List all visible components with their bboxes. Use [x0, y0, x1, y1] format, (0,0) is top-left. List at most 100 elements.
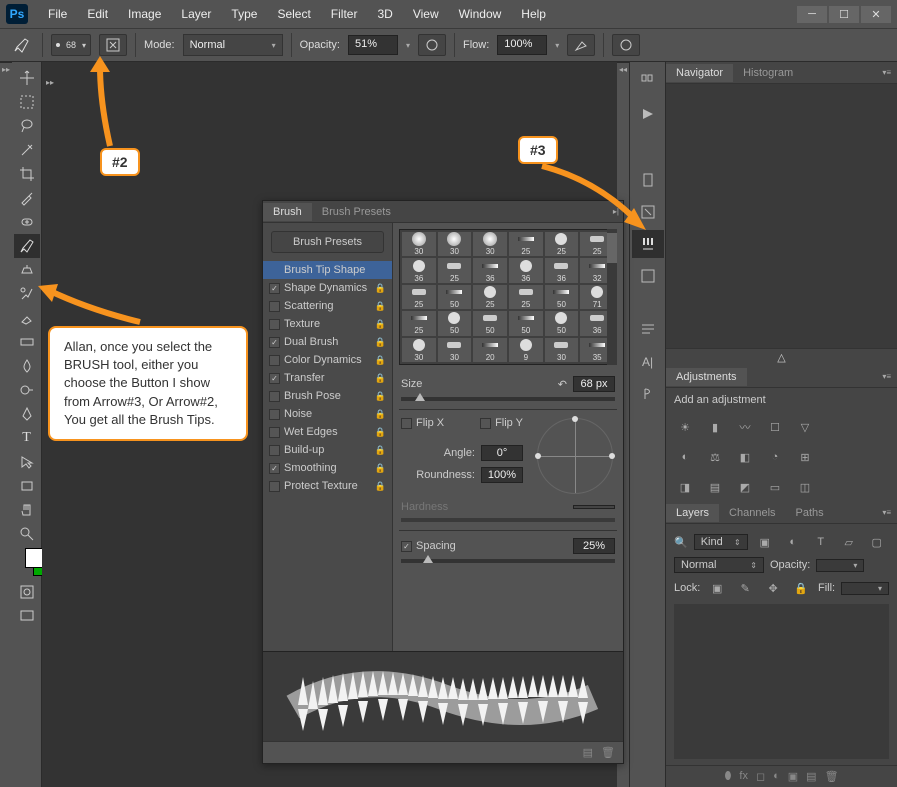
panel-menu-icon[interactable]: ▾≡ [882, 372, 897, 381]
brush-option-noise[interactable]: Noise🔒 [263, 405, 392, 423]
brush-tip-cell[interactable]: 50 [545, 311, 579, 335]
gradient-tool[interactable] [14, 330, 40, 354]
panel-brushes-icon[interactable] [632, 230, 664, 258]
vibrance-icon[interactable]: ▽ [794, 418, 816, 436]
clone-stamp-tool[interactable] [14, 258, 40, 282]
hand-tool[interactable] [14, 498, 40, 522]
menu-select[interactable]: Select [267, 7, 320, 21]
layer-mask-icon[interactable]: ◻ [756, 770, 765, 783]
minimize-button[interactable]: ─ [797, 6, 827, 23]
brush-option-wet-edges[interactable]: Wet Edges🔒 [263, 423, 392, 441]
quick-mask-toggle[interactable] [14, 580, 40, 604]
angle-field[interactable]: 0° [481, 445, 523, 461]
menu-edit[interactable]: Edit [77, 7, 118, 21]
menu-filter[interactable]: Filter [321, 7, 368, 21]
channels-tab[interactable]: Channels [719, 504, 785, 522]
layers-tab[interactable]: Layers [666, 504, 719, 522]
menu-file[interactable]: File [38, 7, 77, 21]
path-selection-tool[interactable] [14, 450, 40, 474]
link-layers-icon[interactable]: ⬮ [724, 770, 731, 783]
levels-icon[interactable]: ▮ [704, 418, 726, 436]
left-gutter[interactable]: ▸▸ [0, 62, 12, 787]
brush-option-color-dynamics[interactable]: Color Dynamics🔒 [263, 351, 392, 369]
brush-tip-cell[interactable]: 25 [402, 285, 436, 309]
brush-tip-cell[interactable]: 20 [473, 338, 507, 362]
brush-option-scattering[interactable]: Scattering🔒 [263, 297, 392, 315]
marquee-tool[interactable] [14, 90, 40, 114]
adjustment-layer-icon[interactable]: ◐ [773, 770, 780, 783]
brush-tip-cell[interactable]: 36 [545, 258, 579, 282]
brush-tip-cell[interactable]: 25 [545, 232, 579, 256]
channel-mixer-icon[interactable]: ⊞ [794, 448, 816, 466]
brush-tip-cell[interactable]: 9 [509, 338, 543, 362]
menu-image[interactable]: Image [118, 7, 171, 21]
healing-brush-tool[interactable] [14, 210, 40, 234]
move-tool[interactable] [14, 66, 40, 90]
crop-tool[interactable] [14, 162, 40, 186]
dodge-tool[interactable] [14, 378, 40, 402]
layers-list[interactable] [674, 604, 889, 759]
menu-type[interactable]: Type [221, 7, 267, 21]
panel-brush-presets-icon[interactable] [632, 262, 664, 290]
brush-tool[interactable] [14, 234, 40, 258]
resize-handle-icon[interactable]: △ [777, 351, 785, 364]
posterize-icon[interactable]: ▤ [704, 478, 726, 496]
type-tool[interactable]: T [14, 426, 40, 450]
navigator-tab[interactable]: Navigator [666, 64, 733, 82]
lock-position-icon[interactable]: ✥ [762, 579, 784, 597]
panel-properties-icon[interactable] [632, 166, 664, 194]
filter-smart-icon[interactable]: ▢ [866, 533, 888, 551]
menu-window[interactable]: Window [449, 7, 512, 21]
menu-view[interactable]: View [403, 7, 449, 21]
close-button[interactable]: ✕ [861, 6, 891, 23]
brush-option-texture[interactable]: Texture🔒 [263, 315, 392, 333]
brush-tip-cell[interactable]: 30 [438, 338, 472, 362]
brush-tip-cell[interactable]: 50 [509, 311, 543, 335]
brush-grid-scrollbar[interactable] [607, 229, 617, 365]
eraser-tool[interactable] [14, 306, 40, 330]
brush-presets-tab[interactable]: Brush Presets [312, 203, 401, 221]
brightness-icon[interactable]: ☀ [674, 418, 696, 436]
brush-option-protect-texture[interactable]: Protect Texture🔒 [263, 477, 392, 495]
delete-layer-icon[interactable]: 🗑 [825, 770, 839, 783]
panel-paragraph-icon[interactable] [632, 316, 664, 344]
selective-color-icon[interactable]: ◫ [794, 478, 816, 496]
brush-tip-shape-option[interactable]: Brush Tip Shape [263, 261, 392, 279]
brush-tip-cell[interactable]: 50 [438, 285, 472, 309]
exposure-icon[interactable]: ☐ [764, 418, 786, 436]
brush-tip-cell[interactable]: 25 [509, 232, 543, 256]
opacity-field[interactable]: 51% [348, 35, 398, 55]
filter-type-icon[interactable]: T [810, 533, 832, 551]
filter-pixel-icon[interactable]: ▣ [754, 533, 776, 551]
brush-tip-cell[interactable]: 30 [402, 232, 436, 256]
brush-tip-cell[interactable]: 30 [402, 338, 436, 362]
spacing-checkbox[interactable]: ✓Spacing [401, 540, 456, 552]
history-brush-tool[interactable] [14, 282, 40, 306]
brush-tab[interactable]: Brush [263, 203, 312, 221]
size-slider[interactable] [401, 397, 615, 401]
new-layer-icon[interactable]: ▤ [806, 770, 816, 783]
roundness-field[interactable]: 100% [481, 467, 523, 483]
maximize-button[interactable]: ☐ [829, 6, 859, 23]
filter-shape-icon[interactable]: ▱ [838, 533, 860, 551]
tablet-pressure-toggle[interactable] [612, 34, 640, 56]
panel-info-icon[interactable] [632, 198, 664, 226]
brush-tip-cell[interactable]: 30 [545, 338, 579, 362]
zoom-tool[interactable] [14, 522, 40, 546]
brush-tip-cell[interactable]: 25 [402, 311, 436, 335]
magic-wand-tool[interactable] [14, 138, 40, 162]
brush-tip-cell[interactable]: 50 [438, 311, 472, 335]
spacing-slider[interactable] [401, 559, 615, 563]
menu-3d[interactable]: 3D [367, 7, 402, 21]
panel-menu-icon[interactable]: ▾≡ [882, 508, 897, 517]
blur-tool[interactable] [14, 354, 40, 378]
curves-icon[interactable]: 〰 [734, 418, 756, 436]
brush-tip-cell[interactable]: 36 [473, 258, 507, 282]
screen-mode-toggle[interactable] [14, 604, 40, 628]
mode-dropdown[interactable]: Normal▾ [183, 34, 283, 56]
layer-opacity-field[interactable]: ▾ [816, 559, 864, 572]
bw-icon[interactable]: ◧ [734, 448, 756, 466]
adjustments-tab[interactable]: Adjustments [666, 368, 747, 386]
size-field[interactable]: 68 px [573, 376, 615, 392]
brush-option-smoothing[interactable]: ✓Smoothing🔒 [263, 459, 392, 477]
